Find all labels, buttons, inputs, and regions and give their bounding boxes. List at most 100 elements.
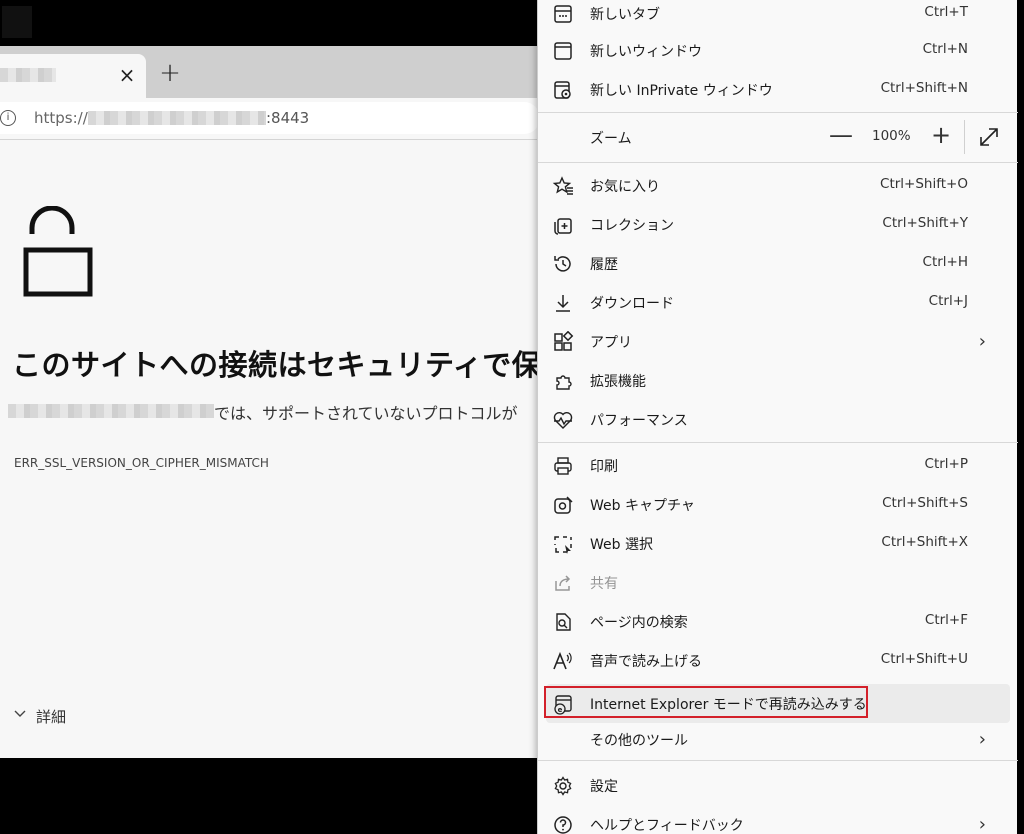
menu-item-help-feedback[interactable]: ヘルプとフィードバック › [546, 805, 1010, 834]
menu-item-label: 音声で読み上げる [590, 654, 702, 670]
menu-item-shortcut: Ctrl+T [924, 4, 968, 20]
menu-item-extensions[interactable]: 拡張機能 [546, 361, 1010, 400]
read-aloud-icon [553, 651, 572, 670]
collections-icon [554, 218, 572, 235]
menu-item-label: その他のツール [590, 733, 688, 749]
hostname-redacted [8, 404, 214, 418]
menu-item-new-tab[interactable]: 新しいタブ Ctrl+T [546, 0, 1010, 33]
menu-item-label: ページ内の検索 [590, 615, 688, 631]
menu-item-label: 印刷 [590, 459, 618, 475]
menu-item-web-select[interactable]: Web 選択 Ctrl+Shift+X [546, 524, 1010, 563]
tab-strip: × + [0, 46, 560, 98]
chevron-down-icon [14, 710, 26, 717]
unlocked-padlock-icon [23, 206, 93, 297]
menu-item-shortcut: Ctrl+Shift+S [882, 495, 968, 511]
new-tab-icon [554, 5, 572, 23]
info-icon[interactable]: i [0, 110, 16, 126]
address-bar: i https:// :8443 [0, 98, 560, 140]
menu-separator [538, 760, 1018, 761]
window-icon [554, 42, 572, 60]
menu-item-shortcut: Ctrl+Shift+X [881, 534, 968, 550]
menu-item-label: ヘルプとフィードバック [590, 818, 744, 834]
error-description: では、サポートされていないプロトコルが [214, 404, 518, 423]
menu-item-downloads[interactable]: ダウンロード Ctrl+J [546, 283, 1010, 322]
menu-item-history[interactable]: 履歴 Ctrl+H [546, 244, 1010, 283]
error-code: ERR_SSL_VERSION_OR_CIPHER_MISMATCH [14, 456, 269, 470]
menu-item-label: Web キャプチャ [590, 498, 695, 514]
zoom-in-button[interactable]: + [926, 122, 956, 152]
menu-item-apps[interactable]: アプリ › [546, 322, 1010, 361]
menu-item-shortcut: Ctrl+F [924, 612, 968, 628]
camera-capture-icon [554, 496, 573, 514]
puzzle-icon [556, 375, 572, 390]
zoom-value: 100% [872, 128, 911, 144]
menu-item-new-window[interactable]: 新しいウィンドウ Ctrl+N [546, 31, 1010, 70]
top-black-bar [0, 0, 540, 46]
history-icon [554, 256, 571, 272]
menu-item-print[interactable]: 印刷 Ctrl+P [546, 446, 1010, 485]
settings-menu: 新しいタブ Ctrl+T 新しいウィンドウ Ctrl+N 新しい InPriva… [537, 0, 1018, 834]
favorites-icon [552, 176, 573, 195]
menu-item-label: パフォーマンス [590, 413, 688, 429]
help-icon [554, 816, 572, 834]
menu-item-collections[interactable]: コレクション Ctrl+Shift+Y [546, 205, 1010, 244]
menu-item-favorites[interactable]: お気に入り Ctrl+Shift+O [546, 166, 1010, 205]
heartbeat-icon [553, 412, 573, 429]
chevron-right-icon: › [978, 331, 986, 352]
window-corner [2, 6, 32, 38]
printer-icon [554, 457, 572, 475]
menu-item-shortcut: Ctrl+P [924, 456, 968, 472]
url-field[interactable]: i https:// :8443 [0, 102, 540, 134]
error-heading: このサイトへの接続はセキュリティで保 [12, 348, 542, 382]
menu-item-label: お気に入り [590, 179, 660, 195]
menu-item-performance[interactable]: パフォーマンス [546, 400, 1010, 439]
new-tab-button[interactable]: + [158, 60, 182, 86]
menu-item-label: 新しいタブ [590, 7, 660, 23]
gear-icon [554, 776, 572, 796]
svg-text:e: e [558, 706, 563, 714]
menu-separator [538, 442, 1018, 443]
menu-item-label: 新しいウィンドウ [590, 44, 702, 60]
menu-item-label: コレクション [590, 218, 674, 234]
menu-item-label: Internet Explorer モードで再読み込みする [590, 697, 867, 713]
menu-item-shortcut: Ctrl+J [928, 293, 968, 309]
find-icon [556, 613, 571, 631]
zoom-label: ズーム [590, 131, 632, 147]
fullscreen-icon[interactable] [976, 124, 1002, 150]
chevron-right-icon: › [978, 729, 986, 750]
screen: × + i https:// :8443 このサイトへの接続はセキュリティで保 … [0, 0, 1024, 834]
menu-item-shortcut: Ctrl+Shift+Y [882, 215, 968, 231]
inprivate-icon [554, 81, 571, 99]
browser-tab[interactable]: × [0, 54, 146, 98]
menu-item-settings[interactable]: 設定 [546, 766, 1010, 805]
menu-item-label: 共有 [590, 576, 618, 592]
details-label: 詳細 [36, 708, 67, 726]
menu-item-label: アプリ [590, 335, 632, 351]
menu-separator [538, 112, 1018, 113]
menu-item-more-tools[interactable]: その他のツール › [546, 720, 1010, 759]
select-area-icon [554, 536, 572, 554]
menu-separator [538, 162, 1018, 163]
menu-item-read-aloud[interactable]: 音声で読み上げる Ctrl+Shift+U [546, 641, 1010, 680]
chevron-right-icon: › [978, 814, 986, 834]
url-prefix: https:// [34, 109, 88, 127]
ie-mode-icon: e [554, 695, 572, 715]
menu-item-new-inprivate[interactable]: 新しい InPrivate ウィンドウ Ctrl+Shift+N [546, 70, 1010, 109]
zoom-divider [964, 120, 965, 154]
menu-item-label: 新しい InPrivate ウィンドウ [590, 83, 773, 99]
menu-item-find-on-page[interactable]: ページ内の検索 Ctrl+F [546, 602, 1010, 641]
menu-item-shortcut: Ctrl+Shift+N [880, 80, 968, 96]
url-port: :8443 [266, 109, 310, 127]
menu-item-ie-mode[interactable]: e Internet Explorer モードで再読み込みする [546, 684, 1010, 723]
menu-item-label: Web 選択 [590, 537, 653, 553]
menu-item-shortcut: Ctrl+H [922, 254, 968, 270]
menu-item-share[interactable]: 共有 [546, 563, 1010, 602]
zoom-out-button[interactable]: — [826, 122, 856, 152]
menu-item-shortcut: Ctrl+Shift+O [880, 176, 968, 192]
menu-item-web-capture[interactable]: Web キャプチャ Ctrl+Shift+S [546, 485, 1010, 524]
close-icon[interactable]: × [116, 64, 138, 86]
details-toggle[interactable]: 詳細 [14, 706, 66, 727]
browser-window: × + i https:// :8443 このサイトへの接続はセキュリティで保 … [0, 46, 560, 758]
zoom-row: ズーム — 100% + [546, 116, 1010, 158]
menu-item-label: 設定 [590, 779, 618, 795]
